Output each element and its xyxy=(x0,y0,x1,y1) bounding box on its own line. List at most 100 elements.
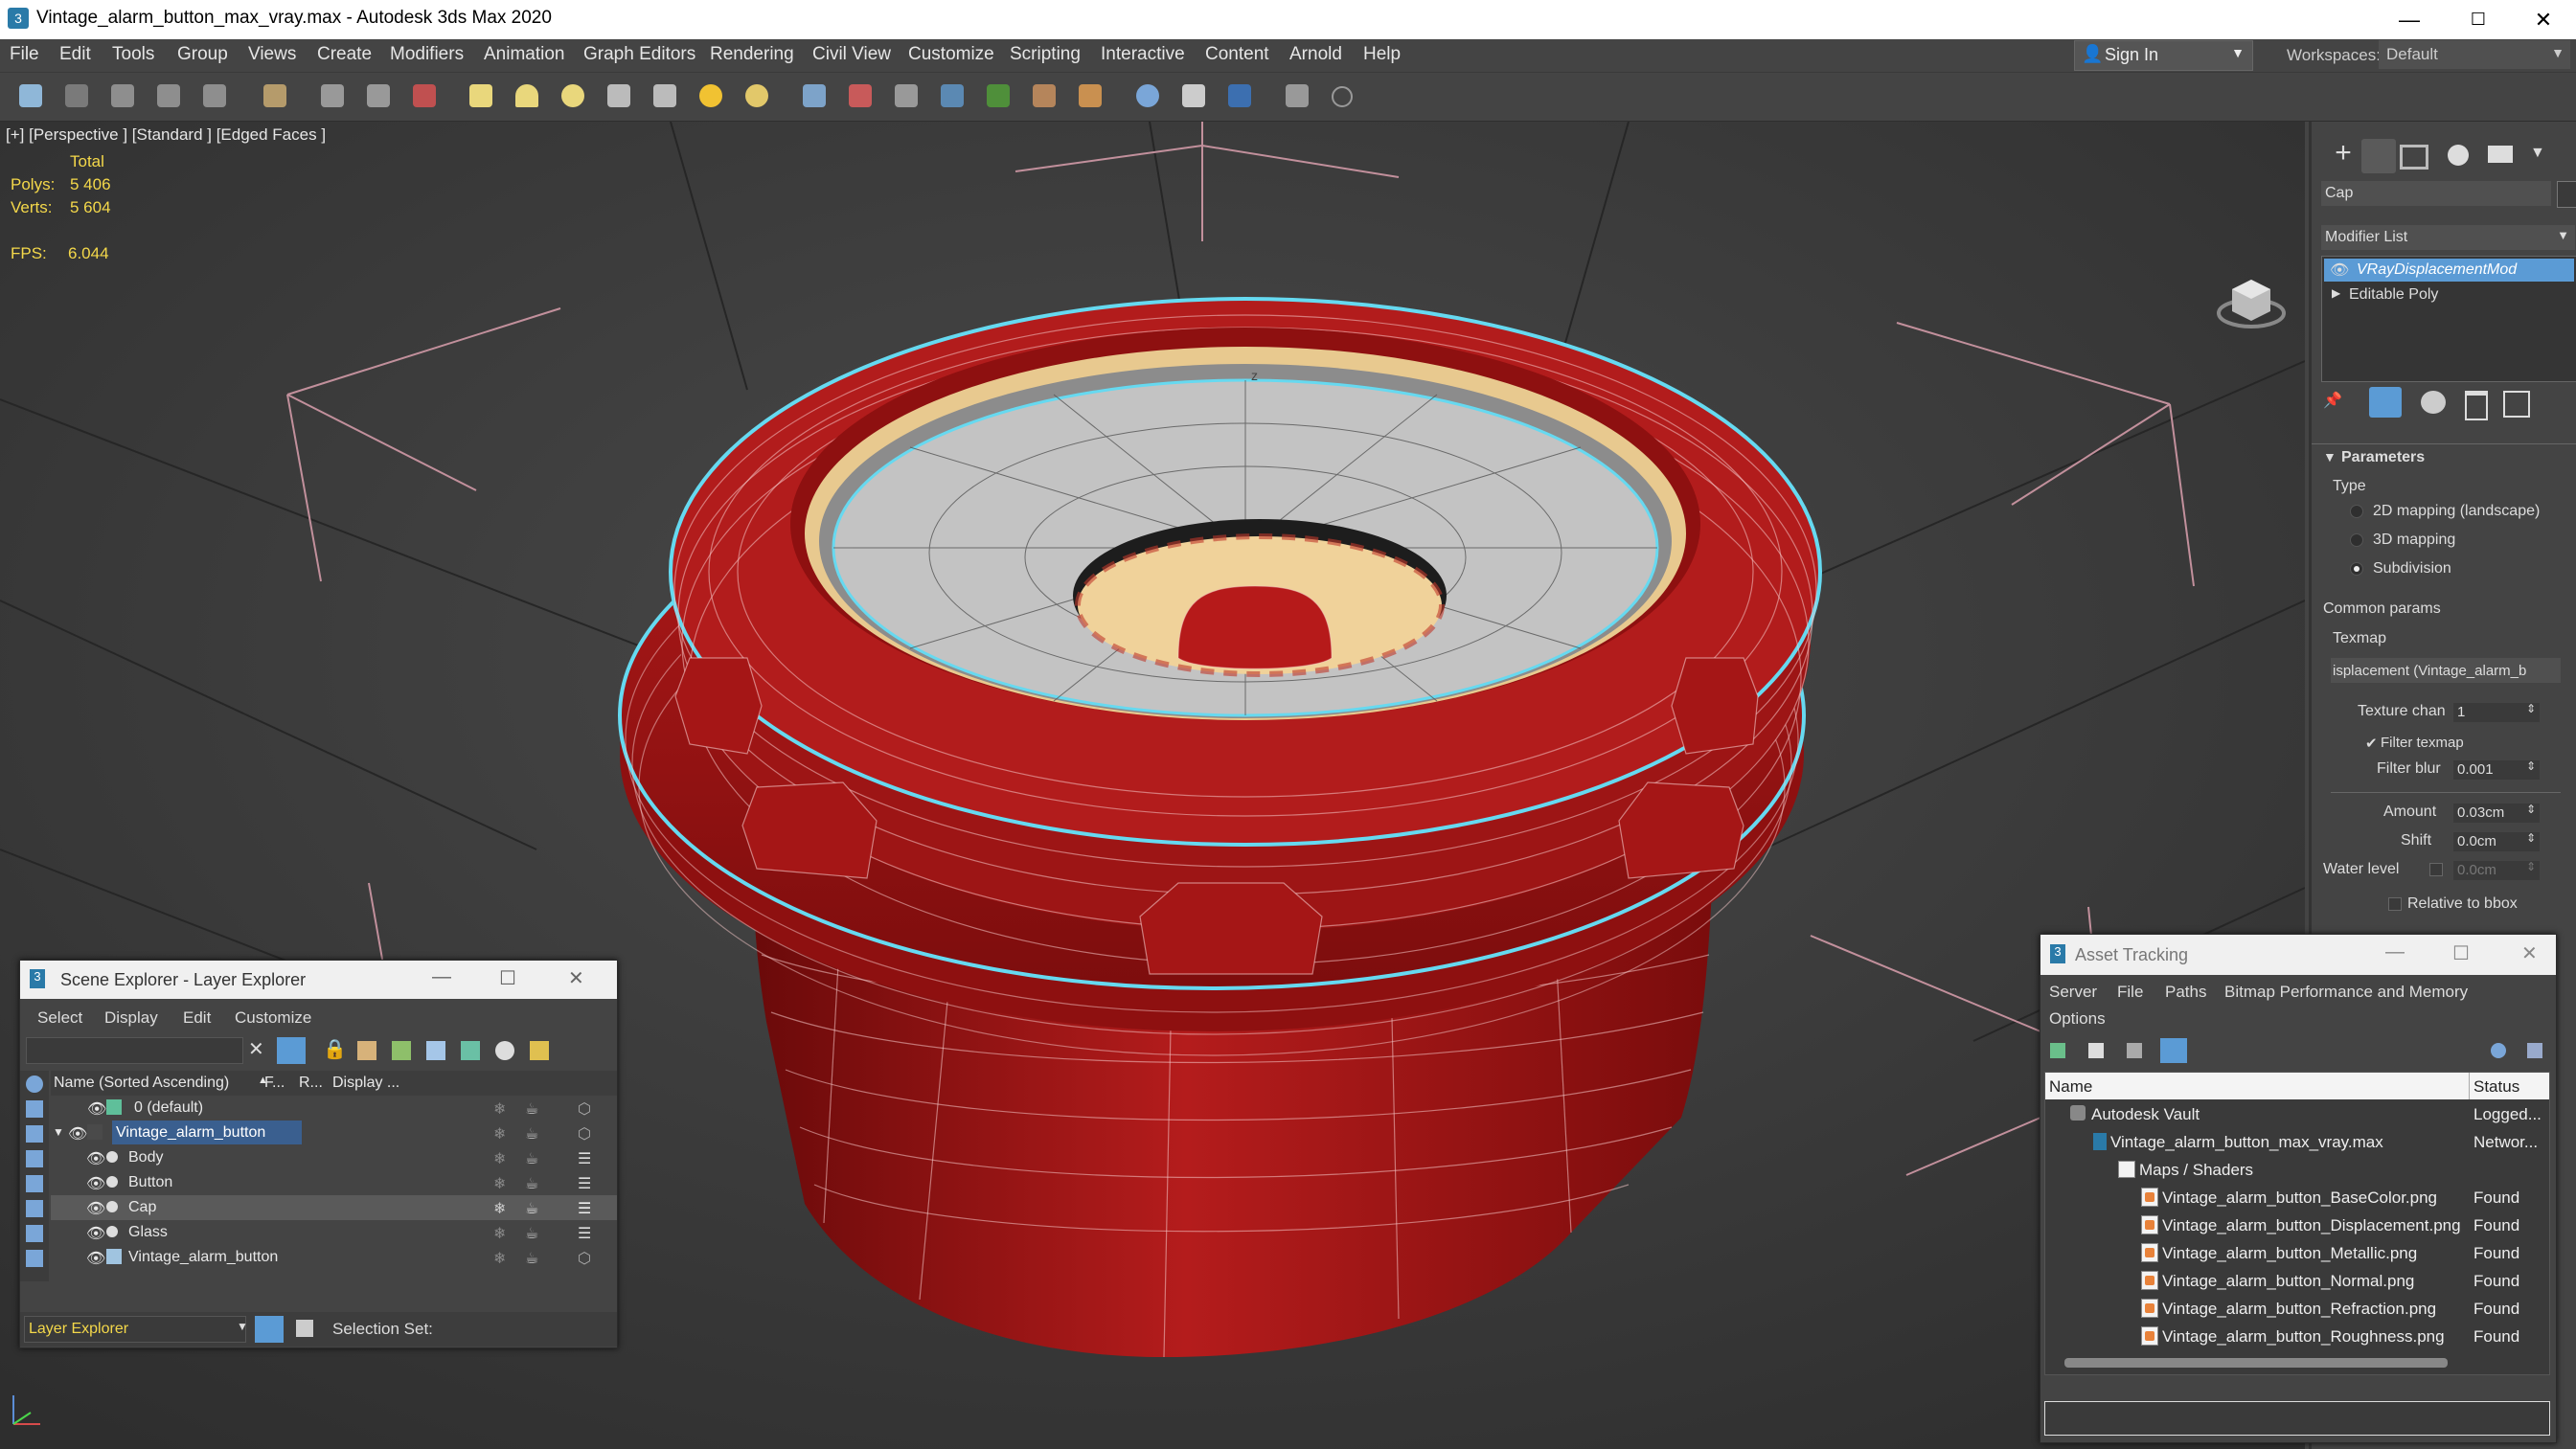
render-teapot-icon[interactable]: ☕ xyxy=(525,1124,538,1143)
display-lines-icon[interactable]: ☰ xyxy=(578,1199,591,1218)
cone-icon[interactable] xyxy=(653,84,676,107)
modifier-list-dropdown[interactable]: Modifier List ▼ xyxy=(2321,225,2575,250)
chevron-down-icon[interactable]: ▼ xyxy=(237,1320,248,1333)
add-layer-icon[interactable] xyxy=(357,1041,376,1060)
spinner-arrows-icon[interactable]: ⇕ xyxy=(2526,702,2536,715)
redo-icon[interactable] xyxy=(65,84,88,107)
column-name[interactable]: Name (Sorted Ascending) xyxy=(54,1075,229,1092)
particle-icon[interactable] xyxy=(803,84,826,107)
configure-modifier-sets-icon[interactable] xyxy=(2503,391,2530,418)
menu-customize[interactable]: Customize xyxy=(908,44,994,65)
object-row[interactable]: 👁 Vintage_alarm_button ❄ ☕ ⬡ xyxy=(51,1245,617,1270)
menu-help[interactable]: Help xyxy=(1363,44,1401,65)
help-icon[interactable] xyxy=(1332,86,1353,107)
align-icon[interactable] xyxy=(895,84,918,107)
modifier-stack-item-vray[interactable]: 👁 VRayDisplacementMod xyxy=(2324,259,2574,282)
menu-edit[interactable]: Edit xyxy=(59,44,91,65)
utilities-tab-icon[interactable]: ▼ xyxy=(2530,145,2549,164)
viewport-label[interactable]: [+] [Perspective ] [Standard ] [Edged Fa… xyxy=(6,125,326,145)
display-cube-icon[interactable]: ⬡ xyxy=(578,1249,591,1268)
object-row[interactable]: 👁 Body ❄ ☕ ☰ xyxy=(51,1145,617,1170)
eye-icon[interactable]: 👁 xyxy=(2330,260,2349,280)
vray-render-icon[interactable] xyxy=(1228,84,1251,107)
spinner-arrows-icon[interactable]: ⇕ xyxy=(2526,759,2536,773)
amount-spinner[interactable]: 0.03cm ⇕ xyxy=(2453,803,2540,823)
texture-chan-spinner[interactable]: 1 ⇕ xyxy=(2453,702,2540,722)
filter-icon[interactable] xyxy=(277,1037,306,1064)
sign-in-dropdown[interactable]: 👤 Sign In ▼ xyxy=(2074,40,2253,71)
pin-icon[interactable] xyxy=(2527,1043,2542,1058)
column-status[interactable]: Status xyxy=(2473,1077,2519,1097)
light-icon[interactable] xyxy=(699,84,722,107)
scene-search-input[interactable] xyxy=(26,1037,243,1064)
display-lines-icon[interactable]: ☰ xyxy=(578,1174,591,1193)
shift-spinner[interactable]: 0.0cm ⇕ xyxy=(2453,831,2540,851)
column-name[interactable]: Name xyxy=(2049,1077,2092,1097)
layer-row[interactable]: 👁 0 (default) ❄ ☕ ⬡ xyxy=(51,1096,617,1121)
eye-icon[interactable]: 👁 xyxy=(86,1199,105,1218)
object-row[interactable]: 👁 Glass ❄ ☕ ☰ xyxy=(51,1220,617,1245)
geosphere-icon[interactable] xyxy=(561,84,584,107)
object-row-selected[interactable]: 👁 Cap ❄ ☕ ☰ xyxy=(51,1195,617,1220)
spinner-arrows-icon[interactable]: ⇕ xyxy=(2526,831,2536,845)
asset-row[interactable]: Maps / Shaders xyxy=(2045,1156,2549,1184)
radio-subdivision[interactable] xyxy=(2350,562,2363,576)
radio-2d-mapping[interactable] xyxy=(2350,505,2363,518)
eye-icon[interactable]: 👁 xyxy=(68,1124,87,1143)
eye-icon[interactable]: 👁 xyxy=(86,1174,105,1193)
menu-file[interactable]: File xyxy=(10,44,39,65)
menu-modifiers[interactable]: Modifiers xyxy=(390,44,464,65)
minimize-button[interactable]: — xyxy=(432,966,451,988)
tree-view-icon[interactable] xyxy=(2160,1038,2187,1063)
horizontal-scrollbar[interactable] xyxy=(2064,1358,2448,1368)
eye-icon[interactable]: 👁 xyxy=(86,1149,105,1168)
render-teapot-icon[interactable]: ☕ xyxy=(525,1149,538,1168)
close-button[interactable]: ✕ xyxy=(2511,0,2576,39)
menu-rendering[interactable]: Rendering xyxy=(710,44,794,65)
asset-row[interactable]: Vintage_alarm_button_Displacement.png Fo… xyxy=(2045,1211,2549,1239)
asset-row[interactable]: Vintage_alarm_button_Refraction.png Foun… xyxy=(2045,1295,2549,1323)
material-editor-icon[interactable] xyxy=(941,84,964,107)
asset-row[interactable]: Vintage_alarm_button_BaseColor.png Found xyxy=(2045,1184,2549,1211)
refresh-icon[interactable] xyxy=(2050,1043,2065,1058)
menu-select[interactable]: Select xyxy=(37,1008,82,1028)
hierarchy-icon[interactable] xyxy=(426,1041,445,1060)
freeze-icon[interactable]: ❄ xyxy=(493,1099,506,1119)
display-cube-icon[interactable]: ⬡ xyxy=(578,1124,591,1143)
spacewarp-filter-icon[interactable] xyxy=(26,1250,43,1267)
torus-icon[interactable] xyxy=(607,84,630,107)
sun-icon[interactable] xyxy=(745,84,768,107)
display-cube-icon[interactable]: ⬡ xyxy=(578,1099,591,1119)
menu-arnold[interactable]: Arnold xyxy=(1289,44,1342,65)
close-button[interactable]: ✕ xyxy=(2521,941,2538,965)
maximize-button[interactable]: ☐ xyxy=(2446,0,2511,39)
asset-tracking-titlebar[interactable]: 3 Asset Tracking — ☐ ✕ xyxy=(2040,935,2556,975)
expand-arrow-icon[interactable]: ▶ xyxy=(2332,286,2340,300)
render-frame-icon[interactable] xyxy=(1079,84,1102,107)
menu-interactive[interactable]: Interactive xyxy=(1101,44,1185,65)
display-none-icon[interactable] xyxy=(26,1075,43,1093)
asset-row[interactable]: Vintage_alarm_button_Metallic.png Found xyxy=(2045,1239,2549,1267)
display-lines-icon[interactable]: ☰ xyxy=(578,1149,591,1168)
remove-modifier-icon[interactable] xyxy=(2465,391,2488,420)
render-teapot-icon[interactable]: ☕ xyxy=(525,1224,538,1243)
menu-views[interactable]: Views xyxy=(248,44,296,65)
highlight-icon[interactable] xyxy=(530,1041,549,1060)
scene-explorer-titlebar[interactable]: 3 Scene Explorer - Layer Explorer — ☐ ✕ xyxy=(20,961,617,999)
maximize-button[interactable]: ☐ xyxy=(499,966,516,990)
helper-filter-icon[interactable] xyxy=(26,1225,43,1242)
layer-row[interactable]: ▼ 👁 Vintage_alarm_button ❄ ☕ ⬡ xyxy=(51,1121,617,1145)
create-tab-icon[interactable]: + xyxy=(2326,139,2360,173)
vray-frame-icon[interactable] xyxy=(1182,84,1205,107)
render-setup-icon[interactable] xyxy=(1033,84,1056,107)
light-filter-icon[interactable] xyxy=(26,1175,43,1192)
render-teapot-icon[interactable]: ☕ xyxy=(525,1099,538,1119)
filter-blur-spinner[interactable]: 0.001 ⇕ xyxy=(2453,759,2540,780)
freeze-icon[interactable]: ❄ xyxy=(493,1249,506,1268)
clear-search-icon[interactable]: ✕ xyxy=(248,1037,264,1061)
explorer-type-dropdown[interactable]: Layer Explorer xyxy=(24,1316,246,1343)
object-row[interactable]: 👁 Button ❄ ☕ ☰ xyxy=(51,1170,617,1195)
select-by-name-icon[interactable] xyxy=(367,84,390,107)
spinner-arrows-icon[interactable]: ⇕ xyxy=(2526,803,2536,816)
make-unique-icon[interactable] xyxy=(2421,391,2446,414)
